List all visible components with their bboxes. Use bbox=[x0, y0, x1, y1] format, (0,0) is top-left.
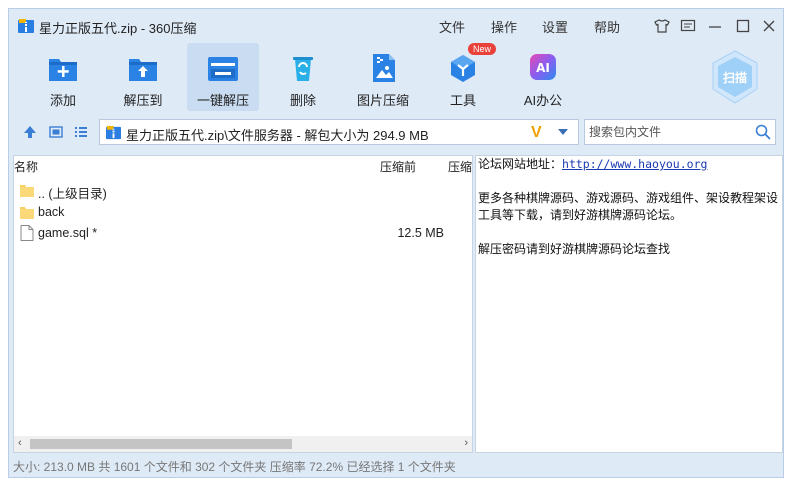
folder-icon bbox=[20, 185, 34, 197]
app-window: 星力正版五代.zip - 360压缩 文件 操作 设置 帮助 添加 解压到 一键… bbox=[8, 8, 784, 478]
file-list-panel: 名称 压缩前 压缩 .. (上级目录) back game.sql * 12.5… bbox=[13, 155, 473, 453]
list-item[interactable]: back bbox=[18, 202, 470, 222]
feedback-button[interactable] bbox=[677, 15, 699, 37]
zip-app-icon bbox=[18, 19, 34, 33]
comment-paragraph-2: 更多各种棋牌源码、游戏源码、游戏组件、架设教程架设工具等下载，请到好游棋牌源码论… bbox=[478, 191, 779, 222]
maximize-button[interactable] bbox=[732, 15, 754, 37]
search-icon[interactable] bbox=[755, 124, 771, 140]
list-item[interactable]: .. (上级目录) bbox=[18, 180, 470, 201]
ai-icon-text: AI bbox=[536, 61, 550, 75]
maximize-icon bbox=[736, 19, 750, 33]
minimize-icon bbox=[709, 26, 721, 28]
list-item[interactable]: game.sql * 12.5 MB bbox=[18, 223, 470, 243]
ai-office-button[interactable]: AI AI办公 bbox=[507, 43, 579, 111]
close-icon bbox=[763, 20, 775, 32]
navigation-bar: 星力正版五代.zip\文件服务器 - 解包大小为 294.9 MB V bbox=[9, 117, 783, 147]
address-path: 星力正版五代.zip\文件服务器 - 解包大小为 294.9 MB bbox=[126, 128, 429, 143]
add-button[interactable]: 添加 bbox=[27, 43, 99, 111]
window-title: 星力正版五代.zip - 360压缩 bbox=[39, 21, 197, 36]
file-size: 12.5 MB bbox=[397, 226, 444, 240]
up-button[interactable] bbox=[21, 123, 39, 141]
one-click-extract-icon bbox=[208, 57, 238, 81]
delete-icon bbox=[293, 57, 313, 81]
folder-icon bbox=[20, 207, 34, 219]
tools-button[interactable]: New 工具 bbox=[427, 43, 499, 111]
minimize-button[interactable] bbox=[704, 15, 726, 37]
search-box bbox=[584, 119, 776, 145]
delete-label: 删除 bbox=[289, 93, 316, 108]
thumbnail-view-icon bbox=[49, 126, 63, 138]
one-click-extract-label: 一键解压 bbox=[196, 93, 249, 108]
archive-comment-panel: 论坛网站地址：http://www.haoyou.org 更多各种棋牌源码、游戏… bbox=[475, 155, 783, 453]
comment-line-1: 论坛网站地址：http://www.haoyou.org bbox=[478, 156, 780, 173]
document-icon bbox=[20, 225, 34, 241]
skin-button[interactable] bbox=[651, 15, 673, 37]
one-click-extract-button[interactable]: 一键解压 bbox=[187, 43, 259, 111]
zip-file-icon bbox=[106, 125, 121, 140]
list-view-icon bbox=[75, 127, 87, 137]
scroll-right-icon[interactable]: › bbox=[464, 437, 468, 449]
ai-office-label: AI办公 bbox=[523, 93, 563, 108]
file-name: .. (上级目录) bbox=[38, 187, 107, 201]
column-header-packed[interactable]: 压缩 bbox=[448, 158, 472, 175]
image-compress-icon bbox=[373, 54, 395, 82]
message-icon bbox=[680, 19, 696, 32]
close-button[interactable] bbox=[758, 15, 780, 37]
toolbar: 添加 解压到 一键解压 删除 图片压缩 New 工具 AI AI办公 扫描 bbox=[9, 43, 783, 115]
menu-help[interactable]: 帮助 bbox=[594, 17, 620, 36]
scan-button[interactable]: 扫描 bbox=[709, 49, 761, 105]
image-compress-label: 图片压缩 bbox=[356, 93, 409, 108]
delete-button[interactable]: 删除 bbox=[267, 43, 339, 111]
tshirt-icon bbox=[654, 19, 670, 33]
menu-settings[interactable]: 设置 bbox=[542, 17, 568, 36]
arrow-up-icon bbox=[24, 126, 36, 138]
address-bar[interactable]: 星力正版五代.zip\文件服务器 - 解包大小为 294.9 MB V bbox=[99, 119, 579, 145]
search-input[interactable] bbox=[585, 120, 745, 144]
add-label: 添加 bbox=[49, 93, 76, 108]
menu-operate[interactable]: 操作 bbox=[491, 17, 517, 36]
extract-to-label: 解压到 bbox=[123, 93, 163, 108]
tools-label: 工具 bbox=[449, 93, 476, 108]
scan-shield-icon: 扫描 bbox=[712, 50, 758, 104]
title-bar: 星力正版五代.zip - 360压缩 文件 操作 设置 帮助 bbox=[9, 9, 783, 43]
add-icon bbox=[49, 59, 77, 81]
image-compress-button[interactable]: 图片压缩 bbox=[347, 43, 419, 111]
menu-file[interactable]: 文件 bbox=[439, 17, 465, 36]
new-badge: New bbox=[468, 43, 497, 55]
forum-link[interactable]: http://www.haoyou.org bbox=[562, 157, 707, 171]
file-name: back bbox=[38, 205, 65, 219]
ai-office-icon: AI bbox=[530, 54, 556, 80]
status-bar: 大小: 213.0 MB 共 1601 个文件和 302 个文件夹 压缩率 72… bbox=[13, 460, 456, 474]
scroll-left-icon[interactable]: ‹ bbox=[18, 437, 22, 449]
comment-forum-label: 论坛网站地址： bbox=[478, 157, 563, 171]
extract-to-button[interactable]: 解压到 bbox=[107, 43, 179, 111]
comment-paragraph-3: 解压密码请到好游棋牌源码论坛查找 bbox=[478, 242, 671, 256]
extract-to-icon bbox=[129, 59, 157, 81]
column-header-name[interactable]: 名称 bbox=[14, 158, 38, 175]
thumbnail-view-button[interactable] bbox=[47, 123, 65, 141]
horizontal-scrollbar[interactable]: ‹ › bbox=[14, 436, 472, 452]
scrollbar-thumb[interactable] bbox=[30, 439, 292, 449]
chevron-down-icon[interactable] bbox=[558, 129, 568, 135]
file-name: game.sql * bbox=[38, 226, 98, 240]
tools-icon bbox=[451, 55, 475, 82]
scan-label: 扫描 bbox=[723, 70, 747, 85]
list-view-button[interactable] bbox=[72, 123, 90, 141]
column-header-size[interactable]: 压缩前 bbox=[380, 158, 416, 175]
verified-icon[interactable]: V bbox=[531, 124, 542, 142]
